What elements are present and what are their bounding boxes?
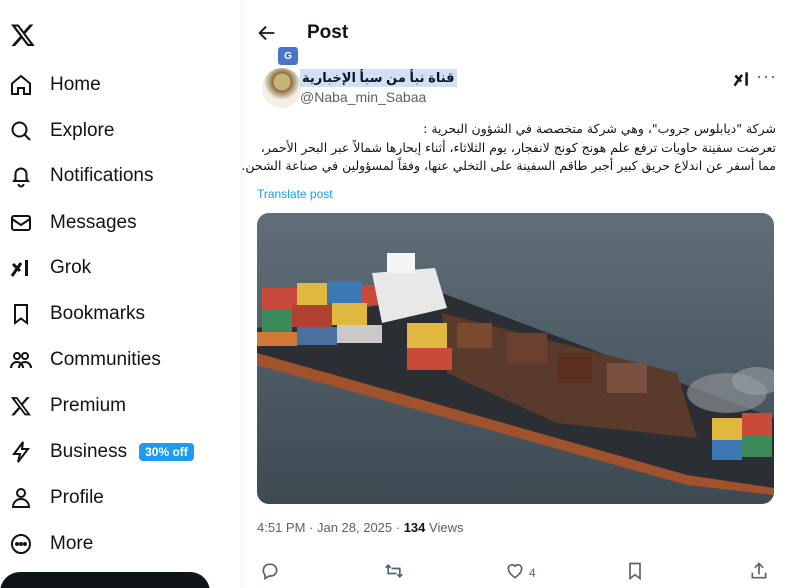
more-options-icon[interactable]: ···: [756, 66, 777, 87]
bell-icon: [8, 163, 34, 189]
envelope-icon: [8, 210, 34, 236]
post-detail-column: Post G قناة نبأ من سبأ الإخبارية @Naba_m…: [241, 0, 800, 588]
nav-bookmarks[interactable]: Bookmarks: [8, 294, 145, 334]
nav-label: Premium: [50, 395, 127, 416]
x-logo-icon: [8, 393, 34, 419]
share-button[interactable]: [749, 561, 769, 586]
author-name[interactable]: قناة نبأ من سبأ الإخبارية: [300, 69, 457, 87]
post-meta: 4:51 PM · Jan 28, 2025 · 134 Views: [257, 520, 463, 535]
nav-grok[interactable]: Grok: [8, 248, 91, 288]
nav-label: More: [50, 533, 94, 554]
nav-label: Grok: [50, 257, 92, 278]
nav-label: Home: [50, 74, 101, 95]
nav-explore[interactable]: Explore: [8, 111, 114, 151]
reply-button[interactable]: [260, 562, 280, 584]
nav-business[interactable]: Business 30% off: [8, 432, 194, 472]
page-title: Post: [307, 22, 349, 43]
nav-notifications[interactable]: Notifications: [8, 156, 154, 196]
share-icon: [749, 561, 769, 586]
post-text-line: تعرضت سفينة حاويات ترفع علم هونج كونج لا…: [260, 139, 776, 155]
views-count: 134: [403, 520, 426, 535]
left-navigation: Home Explore Notifications Messages Grok…: [0, 0, 240, 588]
nav-messages[interactable]: Messages: [8, 203, 137, 243]
nav-label: Profile: [50, 487, 104, 508]
arrow-left-icon[interactable]: [256, 22, 278, 44]
home-icon: [8, 72, 34, 98]
lightning-icon: [8, 439, 34, 465]
nav-label: Bookmarks: [50, 303, 146, 324]
nav-label: Explore: [50, 120, 115, 141]
author-handle[interactable]: @Naba_min_Sabaa: [300, 89, 426, 105]
post-actions: 4: [257, 561, 772, 586]
bookmark-icon: [8, 301, 34, 327]
people-icon: [8, 347, 34, 373]
nav-label: Notifications: [50, 165, 154, 186]
grok-icon: [8, 255, 34, 281]
nav-more[interactable]: More: [8, 524, 93, 564]
nav-label: Business: [50, 441, 128, 462]
post-photo[interactable]: [257, 213, 774, 504]
post-timestamp[interactable]: 4:51 PM · Jan 28, 2025 ·: [257, 520, 404, 535]
post-button[interactable]: [0, 572, 210, 588]
x-logo-icon[interactable]: [10, 22, 36, 48]
repost-icon: [384, 561, 404, 586]
nav-home[interactable]: Home: [8, 65, 101, 105]
person-icon: [8, 485, 34, 511]
nav-communities[interactable]: Communities: [8, 340, 161, 380]
discount-badge: 30% off: [139, 443, 194, 461]
nav-premium[interactable]: Premium: [8, 386, 126, 426]
bookmark-button[interactable]: [625, 562, 645, 584]
translate-post-link[interactable]: Translate post: [257, 187, 333, 201]
nav-label: Communities: [50, 349, 161, 370]
nav-profile[interactable]: Profile: [8, 478, 104, 518]
nav-label: Messages: [50, 212, 137, 233]
avatar[interactable]: [262, 68, 302, 108]
like-button[interactable]: 4: [505, 562, 536, 584]
post-text-line: مما أسفر عن اندلاع حريق كبير أجبر طاقم ا…: [241, 158, 776, 173]
post-text-line: شركة "ديابلوس جروب"، وهي شركة متخصصة في …: [423, 121, 776, 136]
reply-icon: [260, 561, 280, 586]
post-text: شركة "ديابلوس جروب"، وهي شركة متخصصة في …: [241, 120, 776, 176]
bookmark-icon: [625, 561, 645, 586]
repost-button[interactable]: [384, 562, 404, 584]
search-icon: [8, 118, 34, 144]
more-circle-icon: [8, 531, 34, 557]
grok-icon[interactable]: [732, 69, 752, 89]
heart-icon: [505, 561, 525, 586]
translate-icon[interactable]: G: [278, 47, 298, 65]
like-count: 4: [529, 566, 536, 580]
views-label: Views: [425, 520, 464, 535]
